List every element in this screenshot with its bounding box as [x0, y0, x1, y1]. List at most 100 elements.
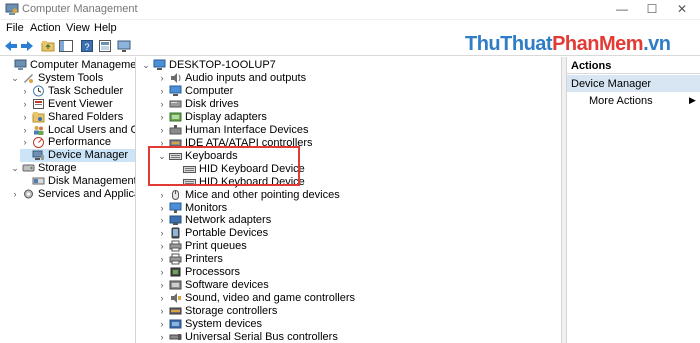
performance-icon [32, 136, 45, 149]
chevron-right-icon[interactable]: › [157, 111, 167, 124]
actions-section-device-manager[interactable]: Device Manager [567, 75, 700, 92]
show-hide-tree-icon[interactable] [58, 38, 74, 54]
computer-icon [169, 85, 182, 97]
tree-item-label: Sound, video and game controllers [185, 292, 355, 305]
chevron-right-icon[interactable]: › [157, 305, 167, 318]
tree-item-label: Portable Devices [185, 227, 269, 240]
device-category[interactable]: › Audio inputs and outputs [157, 72, 457, 85]
device-category[interactable]: › Processors [157, 266, 457, 279]
chevron-right-icon[interactable]: › [20, 111, 30, 124]
tree-item-label: Monitors [185, 201, 228, 214]
chevron-right-icon[interactable]: › [157, 72, 167, 85]
watermark: ThuThuatPhanMem.vn [465, 33, 671, 56]
disk-management-icon [32, 175, 45, 187]
properties-icon[interactable]: ? [79, 38, 95, 54]
computer-icon [153, 59, 166, 71]
device-category[interactable]: › Monitors [157, 202, 457, 215]
system-icon [169, 318, 182, 330]
chevron-right-icon: ▶ [689, 95, 696, 105]
services-icon [22, 188, 35, 200]
menu-file[interactable]: File [6, 22, 24, 34]
device-manager-icon [32, 149, 45, 161]
chevron-right-icon[interactable]: › [157, 85, 167, 98]
monitor-icon[interactable] [116, 38, 132, 54]
chevron-down-icon[interactable]: ⌄ [141, 59, 151, 72]
device-category[interactable]: › Storage controllers [157, 305, 457, 318]
back-arrow-icon[interactable] [3, 38, 19, 54]
chevron-right-icon[interactable]: › [157, 292, 167, 305]
device-category[interactable]: › Sound, video and game controllers [157, 292, 457, 305]
tree-item-label: System Tools [38, 71, 104, 84]
device-category[interactable]: › Print queues [157, 240, 457, 253]
forward-arrow-icon[interactable] [19, 38, 35, 54]
device-category[interactable]: › Software devices [157, 279, 457, 292]
chevron-right-icon[interactable]: › [157, 240, 167, 253]
left-tree-item[interactable]: ⌄ Storage [10, 162, 135, 175]
left-tree-item[interactable]: Disk Management [20, 175, 136, 188]
device-category[interactable]: › Universal Serial Bus controllers [157, 331, 457, 343]
left-tree-item[interactable]: › Shared Folders [20, 110, 135, 124]
left-tree-item[interactable]: › Task Scheduler [20, 85, 135, 98]
chevron-right-icon[interactable]: › [10, 188, 20, 201]
tree-item-label: Software devices [185, 279, 269, 292]
device-tree-root[interactable]: ⌄ DESKTOP-1OOLUP7 [141, 59, 391, 72]
device-category[interactable]: › Printers [157, 253, 457, 266]
device-category[interactable]: › Disk drives [157, 98, 457, 111]
event-viewer-icon [32, 98, 45, 110]
watermark-part3: .vn [643, 33, 671, 55]
device-category[interactable]: › System devices [157, 318, 457, 331]
tree-item-label: Shared Folders [48, 110, 124, 123]
watermark-part1: ThuThuat [465, 33, 553, 55]
chevron-right-icon[interactable]: › [157, 266, 167, 279]
more-actions-link[interactable]: More Actions [589, 95, 653, 107]
chevron-right-icon[interactable]: › [20, 85, 30, 98]
chevron-right-icon[interactable]: › [157, 202, 167, 215]
device-category[interactable]: › Portable Devices [157, 227, 457, 240]
menu-action[interactable]: Action [30, 22, 61, 34]
tree-item-label: Disk Management [48, 175, 136, 188]
clock-icon [32, 85, 45, 97]
left-tree-item[interactable]: Device Manager [20, 149, 135, 163]
tree-item-label: Disk drives [185, 97, 239, 110]
usb-icon [169, 331, 182, 343]
chevron-right-icon[interactable]: › [157, 331, 167, 343]
menu-help[interactable]: Help [94, 22, 117, 34]
chevron-right-icon[interactable]: › [20, 98, 30, 111]
tree-item-label: Device Manager [48, 149, 129, 162]
chevron-down-icon[interactable]: ⌄ [10, 162, 20, 175]
device-category[interactable]: › Mice and other pointing devices [157, 189, 457, 202]
tree-item-label: Event Viewer [48, 97, 113, 110]
device-category[interactable]: › Display adapters [157, 111, 457, 124]
left-tree-item[interactable]: › Performance [20, 136, 135, 149]
device-category[interactable]: › Human Interface Devices [157, 124, 457, 137]
menu-view[interactable]: View [66, 22, 90, 34]
mouse-icon [169, 189, 182, 201]
left-tree-item[interactable]: › Local Users and Groups [20, 124, 136, 137]
left-tree-item[interactable]: Computer Management (Local [2, 59, 135, 72]
up-folder-icon[interactable] [40, 38, 56, 54]
chevron-down-icon[interactable]: ⌄ [10, 72, 20, 85]
chevron-right-icon[interactable]: › [157, 98, 167, 111]
chevron-right-icon[interactable]: › [157, 227, 167, 240]
chevron-right-icon[interactable]: › [157, 189, 167, 202]
hid-icon [169, 124, 182, 136]
chevron-right-icon[interactable]: › [157, 279, 167, 292]
device-category[interactable]: › Computer [157, 85, 457, 98]
device-tree: ⌄ DESKTOP-1OOLUP7 › Audio inputs and output… [137, 57, 562, 343]
shared-folder-icon [32, 111, 45, 123]
tree-item-label: Universal Serial Bus controllers [185, 331, 338, 343]
audio-icon [169, 72, 182, 84]
chevron-right-icon[interactable]: › [20, 136, 30, 149]
close-button[interactable]: ✕ [664, 0, 700, 20]
chevron-right-icon[interactable]: › [20, 124, 30, 137]
chevron-right-icon[interactable]: › [157, 318, 167, 331]
device-category[interactable]: › Network adapters [157, 214, 457, 227]
actions-header: Actions [567, 57, 700, 74]
help-icon[interactable] [97, 38, 113, 54]
left-tree-item[interactable]: › Event Viewer [20, 97, 135, 111]
chevron-right-icon[interactable]: › [157, 124, 167, 137]
chevron-right-icon[interactable]: › [157, 214, 167, 227]
left-tree-item[interactable]: › Services and Applications [10, 188, 136, 201]
chevron-right-icon[interactable]: › [157, 253, 167, 266]
left-tree-item[interactable]: ⌄ System Tools [10, 71, 135, 85]
